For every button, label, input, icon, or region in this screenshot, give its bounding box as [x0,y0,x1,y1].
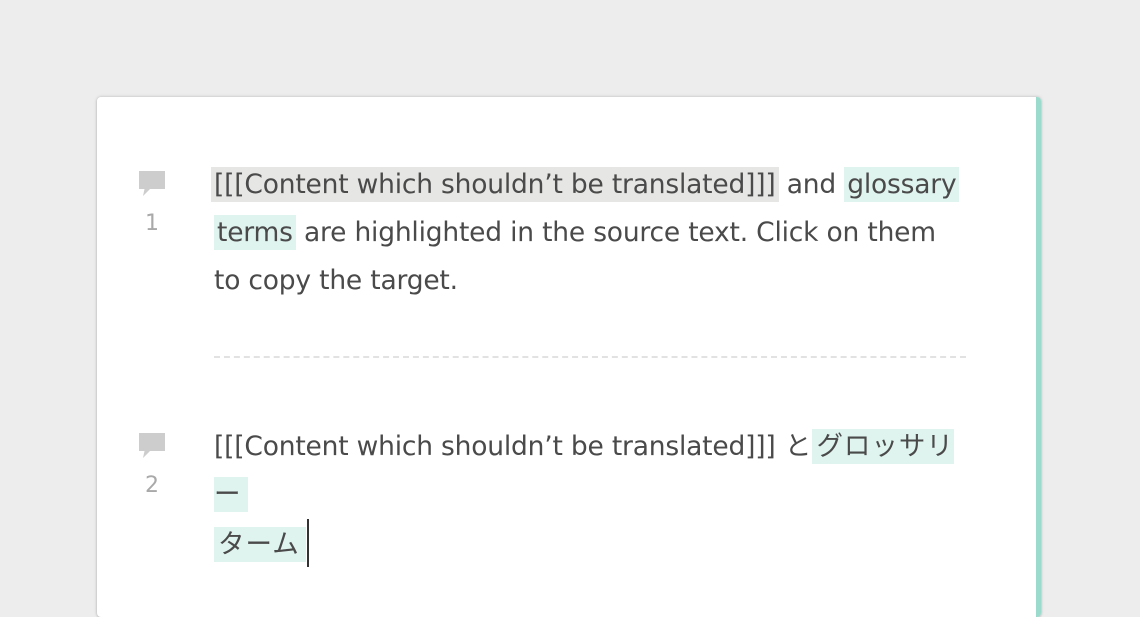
glossary-term-highlight[interactable]: glossary [844,167,960,202]
glossary-term-highlight[interactable]: terms [214,215,296,250]
segment-divider [214,356,966,358]
segment-number: 1 [145,211,159,236]
comment-icon[interactable] [137,431,167,461]
text-caret [306,519,309,567]
glossary-term-highlight[interactable]: ターム [214,527,306,562]
segment-gutter: 2 [135,419,169,497]
comment-icon[interactable] [137,169,167,199]
target-text-fragment: と [775,431,813,462]
locked-content-tag: [[[Content which shouldn’t be translated… [214,431,776,462]
locked-content-tag[interactable]: [[[Content which shouldn’t be translated… [211,167,779,202]
segment-editor-card: 1 [[[Content which shouldn’t be translat… [97,97,1041,617]
segment-gutter: 1 [135,157,169,235]
target-text-editor[interactable]: [[[Content which shouldn’t be translated… [214,423,964,569]
active-segment-accent-bar [1036,97,1041,617]
segment-number: 2 [145,473,159,498]
source-text-fragment: are highlighted in the source text. Clic… [214,217,936,296]
source-text: [[[Content which shouldn’t be translated… [211,161,964,305]
source-text-fragment: and [778,169,845,200]
